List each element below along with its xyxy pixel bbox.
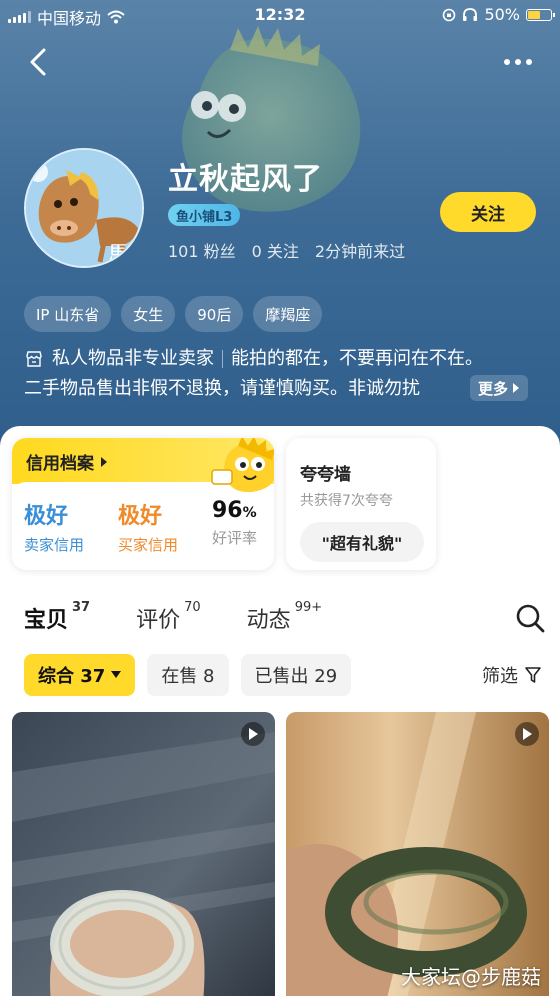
caret-down-icon (111, 671, 122, 678)
buyer-credit: 极好 买家信用 (118, 498, 178, 555)
praise-chip[interactable]: "超有礼貌" (300, 522, 424, 562)
following-count[interactable]: 0 关注 (252, 238, 299, 262)
profile-tags: IP 山东省 女生 90后 摩羯座 (24, 296, 323, 332)
buyer-credit-value: 极好 (118, 504, 163, 529)
filter-button[interactable]: 筛选 (482, 662, 542, 688)
tab-items-label: 宝贝 (24, 608, 69, 633)
tab-items-count: 37 (72, 600, 91, 615)
filter-bar: 综合 37 在售 8 已售出 29 (24, 654, 352, 696)
sold-chip[interactable]: 已售出 29 (240, 654, 352, 696)
video-play-icon (241, 722, 265, 746)
horse-avatar-image: 馬 (26, 150, 142, 266)
bio-more-button[interactable]: 更多 (470, 375, 529, 401)
seller-credit-value: 极好 (24, 504, 69, 529)
credit-title: 信用档案 (26, 449, 108, 474)
tab-reviews-count: 70 (184, 600, 201, 615)
svg-text:馬: 馬 (108, 241, 128, 265)
avatar[interactable]: 馬 (24, 148, 144, 268)
product-image-2 (286, 712, 549, 996)
funnel-icon (525, 667, 541, 683)
tab-activity-label: 动态 (246, 608, 291, 633)
rating-label: 好评率 (212, 529, 258, 547)
product-card-1[interactable] (12, 712, 275, 996)
tag-gender: 女生 (121, 296, 176, 332)
sort-label: 综合 37 (38, 666, 106, 687)
rating-unit: % (242, 505, 257, 521)
product-image-1 (12, 712, 275, 996)
profile-stats: 101 粉丝 0 关注 2分钟前来过 (168, 238, 405, 262)
more-label: 更多 (478, 379, 509, 398)
tab-reviews-label: 评价 (136, 608, 181, 633)
on-sale-label: 在售 8 (161, 666, 215, 687)
bio-text-b: 能拍的都在，不要再问在不在。 (231, 348, 483, 369)
username: 立秋起风了 (168, 162, 323, 197)
orientation-lock-icon (443, 8, 456, 21)
bio-line-2: 二手物品售出非假不退换，请谨慎购买。非诚勿扰 (24, 374, 468, 404)
positive-rating: 96% 好评率 (212, 498, 257, 548)
on-sale-chip[interactable]: 在售 8 (147, 654, 229, 696)
profile-bio: 私人物品非专业卖家 能拍的都在，不要再问在不在。 二手物品售出非假不退换，请谨慎… (24, 344, 544, 404)
tab-activity-count: 99+ (294, 600, 323, 615)
shop-badge-label: 鱼小铺L3 (176, 209, 233, 225)
content-panel: 信用档案 极好 卖家信用 极好 买家信用 96% 好评率 夸夸墙 共获得7次夸夸… (0, 426, 560, 996)
buyer-credit-label: 买家信用 (118, 536, 179, 554)
bio-text-a: 私人物品非专业卖家 (52, 348, 214, 369)
headphones-icon (463, 7, 478, 21)
bio-text-c: 二手物品售出非假不退换，请谨慎购买。非诚勿扰 (24, 378, 420, 399)
status-right: 50% (442, 5, 555, 24)
praise-subtitle: 共获得7次夸夸 (300, 493, 393, 509)
forum-watermark: 大家坛@步鹿菇 (401, 965, 541, 989)
tab-items[interactable]: 宝贝 37 (24, 600, 91, 634)
battery-percent: 50% (484, 5, 520, 24)
profile-header: 中国移动 12:32 50% 馬 立秋起风了 鱼小铺L3 101 粉丝 0 关注… (0, 0, 560, 450)
tab-activity[interactable]: 动态 99+ (246, 600, 323, 634)
back-icon[interactable] (22, 44, 58, 80)
shop-icon (26, 351, 42, 367)
shop-level-badge[interactable]: 鱼小铺L3 (168, 204, 241, 226)
product-card-2[interactable]: 大家坛@步鹿菇 (286, 712, 549, 996)
tag-zodiac: 摩羯座 (253, 296, 323, 332)
sort-comprehensive-chip[interactable]: 综合 37 (24, 654, 136, 696)
followers-count[interactable]: 101 粉丝 (168, 238, 236, 262)
rating-value: 96 (212, 498, 243, 523)
filter-label: 筛选 (482, 666, 518, 687)
praise-title: 夸夸墙 (300, 465, 351, 485)
more-options-icon[interactable] (498, 48, 538, 76)
praise-wall-card[interactable]: 夸夸墙 共获得7次夸夸 "超有礼貌" (286, 438, 436, 570)
video-play-icon (515, 722, 539, 746)
seller-credit-label: 卖家信用 (24, 536, 85, 554)
chevron-right-icon (101, 456, 107, 467)
status-bar: 中国移动 12:32 50% (0, 0, 560, 30)
last-seen: 2分钟前来过 (314, 242, 406, 261)
credit-title-text: 信用档案 (26, 454, 94, 474)
search-icon[interactable] (514, 602, 546, 634)
bio-line-1: 私人物品非专业卖家 能拍的都在，不要再问在不在。 (24, 344, 544, 374)
battery-icon (526, 8, 555, 21)
mascot-icon (211, 438, 274, 493)
seller-credit: 极好 卖家信用 (24, 498, 84, 555)
credit-profile-card[interactable]: 信用档案 极好 卖家信用 极好 买家信用 96% 好评率 (12, 438, 274, 570)
tag-location: IP 山东省 (24, 296, 112, 332)
follow-button[interactable]: 关注 (440, 192, 536, 232)
sold-label: 已售出 29 (254, 666, 338, 687)
tab-reviews[interactable]: 评价 70 (136, 600, 201, 634)
content-tabs: 宝贝 37 评价 70 动态 99+ (24, 600, 368, 634)
tag-age: 90后 (185, 296, 244, 332)
chevron-right-icon (513, 383, 520, 393)
